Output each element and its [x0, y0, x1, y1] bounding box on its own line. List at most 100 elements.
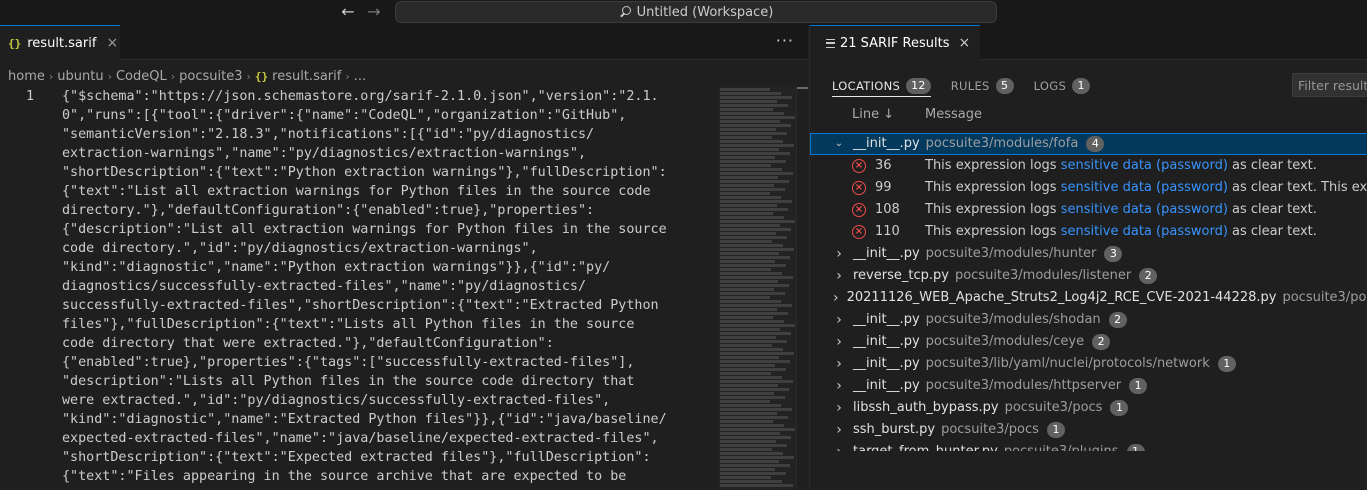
- code-line[interactable]: were extracted.","id":"py/diagnostics/su…: [62, 391, 712, 410]
- tab-logs[interactable]: LOGS 1: [1034, 75, 1091, 97]
- result-row[interactable]: × 36 This expression logs sensitive data (…: [810, 155, 1367, 177]
- code-line[interactable]: successfully-extracted-files","shortDesc…: [62, 296, 712, 315]
- count-badge: 1: [1046, 422, 1065, 438]
- minimap-row: [720, 460, 779, 463]
- breadcrumb-codeql[interactable]: CodeQL: [116, 69, 167, 84]
- minimap-row: [720, 128, 776, 131]
- breadcrumb-pocsuite3[interactable]: pocsuite3: [179, 69, 242, 84]
- sarif-results-tab[interactable]: 21 SARIF Results ×: [810, 25, 980, 60]
- chevron-down-icon[interactable]: ⌄: [833, 133, 845, 155]
- count-badge: 3: [1104, 246, 1123, 262]
- editor-tab-bar: {} result.sarif × ···: [0, 25, 808, 60]
- code-line[interactable]: "description":"Lists all Python files in…: [62, 372, 712, 391]
- group-file-path: pocsuite3/pocs: [1004, 400, 1103, 415]
- count-badge: 1: [1129, 378, 1148, 394]
- message-link[interactable]: sensitive data (password): [1061, 202, 1228, 217]
- editor-scrollbar[interactable]: [796, 87, 808, 490]
- editor-tab-result-sarif[interactable]: {} result.sarif ×: [0, 25, 120, 60]
- breadcrumb-ubuntu[interactable]: ubuntu: [57, 69, 103, 84]
- minimap-row: [720, 420, 773, 423]
- message-link[interactable]: sensitive data (password): [1061, 158, 1228, 173]
- minimap-row: [720, 104, 788, 107]
- minimap-row: [720, 136, 772, 139]
- result-group-row[interactable]: › 20211126_WEB_Apache_Struts2_Log4j2_RCE_…: [810, 287, 1367, 309]
- breadcrumb-home[interactable]: home: [8, 69, 45, 84]
- minimap-row: [720, 484, 793, 487]
- minimap-row: [720, 124, 791, 127]
- breadcrumb-symbols[interactable]: ...: [354, 69, 366, 84]
- chevron-right-icon[interactable]: ›: [833, 441, 845, 451]
- forward-arrow-icon[interactable]: →: [364, 3, 384, 21]
- chevron-right-icon[interactable]: ›: [833, 375, 845, 397]
- code-line[interactable]: diagnostics/successfully-extracted-files…: [62, 277, 712, 296]
- tab-locations[interactable]: LOCATIONS 12: [832, 75, 931, 97]
- column-header-line[interactable]: Line ↓: [852, 107, 894, 122]
- json-file-icon: {}: [8, 36, 22, 50]
- code-line[interactable]: directory."},"defaultConfiguration":{"en…: [62, 201, 712, 220]
- chevron-right-icon[interactable]: ›: [833, 419, 845, 441]
- column-headers: Line ↓ Message: [810, 107, 1367, 127]
- message-link[interactable]: sensitive data (password): [1061, 180, 1228, 195]
- breadcrumb-file[interactable]: result.sarif: [272, 69, 341, 84]
- code-line[interactable]: code directory that were extracted."},"d…: [62, 334, 712, 353]
- result-group-row[interactable]: › __init__.py pocsuite3/modules/httpserver…: [810, 375, 1367, 397]
- code-line[interactable]: "kind":"diagnostic","name":"Extracted Py…: [62, 410, 712, 429]
- chevron-right-icon[interactable]: ›: [833, 331, 845, 353]
- code-line[interactable]: {"$schema":"https://json.schemastore.org…: [62, 87, 712, 106]
- chevron-right-icon[interactable]: ›: [833, 309, 845, 331]
- result-group-row[interactable]: › __init__.py pocsuite3/modules/hunter 3: [810, 243, 1367, 265]
- result-group-row[interactable]: › ssh_burst.py pocsuite3/pocs 1: [810, 419, 1367, 441]
- code-line[interactable]: code directory.","id":"py/diagnostics/ex…: [62, 239, 712, 258]
- code-line[interactable]: "shortDescription":{"text":"Python extra…: [62, 163, 712, 182]
- result-row[interactable]: × 99 This expression logs sensitive data (…: [810, 177, 1367, 199]
- message-link[interactable]: sensitive data (password): [1061, 224, 1228, 239]
- minimap-row: [720, 232, 776, 235]
- result-group-row[interactable]: › reverse_tcp.py pocsuite3/modules/listene…: [810, 265, 1367, 287]
- more-actions-icon[interactable]: ···: [776, 31, 794, 50]
- minimap-row: [720, 92, 781, 95]
- result-group-row[interactable]: ⌄ __init__.py pocsuite3/modules/fofa 4: [810, 133, 1367, 155]
- result-row[interactable]: × 110 This expression logs sensitive data …: [810, 221, 1367, 243]
- group-file-path: pocsuite3/modules/httpserver: [925, 378, 1122, 393]
- code-line[interactable]: {"text":"List all extraction warnings fo…: [62, 182, 712, 201]
- chevron-right-icon[interactable]: ›: [833, 397, 845, 419]
- filter-results-input[interactable]: [1292, 73, 1367, 97]
- column-header-message[interactable]: Message: [925, 107, 982, 122]
- minimap-row: [720, 404, 781, 407]
- close-icon[interactable]: ×: [106, 35, 118, 51]
- minimap-row: [720, 464, 790, 467]
- result-group-row[interactable]: › libssh_auth_bypass.py pocsuite3/pocs 1: [810, 397, 1367, 419]
- result-group-row[interactable]: › __init__.py pocsuite3/lib/yaml/nuclei/pr…: [810, 353, 1367, 375]
- command-center-search[interactable]: Untitled (Workspace): [395, 1, 997, 23]
- result-group-row[interactable]: › __init__.py pocsuite3/modules/shodan 2: [810, 309, 1367, 331]
- code-line[interactable]: {"enabled":true},"properties":{"tags":["…: [62, 353, 712, 372]
- minimap-row: [720, 376, 782, 379]
- code-line[interactable]: expected-extracted-files","name":"java/b…: [62, 429, 712, 448]
- chevron-right-icon[interactable]: ›: [833, 353, 845, 375]
- close-icon[interactable]: ×: [958, 35, 970, 51]
- code-line[interactable]: "semanticVersion":"2.18.3","notification…: [62, 125, 712, 144]
- back-arrow-icon[interactable]: ←: [338, 3, 358, 21]
- code-lines[interactable]: {"$schema":"https://json.schemastore.org…: [62, 87, 712, 486]
- code-line[interactable]: "shortDescription":{"text":"Expected ext…: [62, 448, 712, 467]
- code-line[interactable]: files"},"fullDescription":{"text":"Lists…: [62, 315, 712, 334]
- result-group-row[interactable]: › target_from_hunter.py pocsuite3/plugins 1: [810, 441, 1367, 451]
- code-line[interactable]: "kind":"diagnostic","name":"Python extra…: [62, 258, 712, 277]
- minimap-row: [720, 116, 795, 119]
- code-editor[interactable]: 1 {"$schema":"https://json.schemastore.o…: [0, 87, 715, 490]
- tab-rules[interactable]: RULES 5: [951, 75, 1014, 97]
- code-line[interactable]: extraction-warnings","name":"py/diagnost…: [62, 144, 712, 163]
- code-line[interactable]: {"description":"List all extraction warn…: [62, 220, 712, 239]
- minimap-row: [720, 264, 786, 267]
- result-row[interactable]: × 108 This expression logs sensitive data …: [810, 199, 1367, 221]
- minimap[interactable]: [718, 87, 796, 490]
- minimap-row: [720, 140, 783, 143]
- code-line[interactable]: 0","runs":[{"tool":{"driver":{"name":"Co…: [62, 106, 712, 125]
- chevron-right-icon[interactable]: ›: [833, 243, 845, 265]
- scrollbar-thumb[interactable]: [797, 87, 808, 89]
- code-line[interactable]: {"text":"Files appearing in the source a…: [62, 467, 712, 486]
- chevron-right-icon[interactable]: ›: [833, 287, 839, 309]
- minimap-row: [720, 372, 771, 375]
- chevron-right-icon[interactable]: ›: [833, 265, 845, 287]
- result-group-row[interactable]: › __init__.py pocsuite3/modules/ceye 2: [810, 331, 1367, 353]
